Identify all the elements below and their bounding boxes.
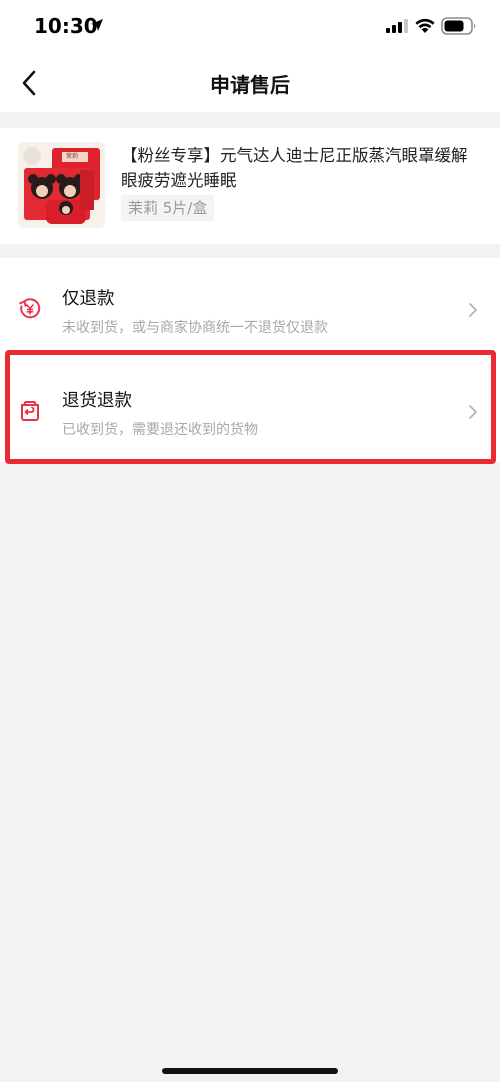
battery-icon	[441, 17, 476, 35]
option-description: 未收到货，或与商家协商统一不退货仅退款	[62, 320, 328, 336]
chevron-right-icon	[469, 303, 477, 317]
refund-yuan-icon	[19, 298, 41, 319]
product-title: 【粉丝专享】元气达人迪士尼正版蒸汽眼罩缓解眼疲劳遮光睡眠	[121, 146, 468, 190]
option-title: 仅退款	[62, 289, 115, 309]
return-box-icon	[21, 401, 39, 421]
navigation-bar: 申请售后	[0, 54, 500, 112]
option-return-and-refund[interactable]: 退货退款 已收到货，需要退还收到的货物	[0, 360, 500, 462]
status-bar: 10:30	[0, 0, 500, 54]
option-description: 已收到货，需要退还收到的货物	[62, 422, 258, 438]
after-sale-options: 仅退款 未收到货，或与商家协商统一不退货仅退款 退货退款 已收到货，需要退还收到…	[0, 258, 500, 462]
status-time: 10:30	[34, 14, 98, 38]
option-title: 退货退款	[62, 391, 132, 411]
product-box-label: 茉莉	[66, 153, 79, 160]
location-arrow-icon	[91, 19, 103, 31]
wifi-icon	[415, 18, 435, 33]
home-indicator	[162, 1068, 338, 1074]
page-title: 申请售后	[210, 73, 290, 97]
product-thumbnail: 茉莉	[18, 142, 105, 228]
cellular-signal-icon	[386, 19, 408, 33]
option-refund-only[interactable]: 仅退款 未收到货，或与商家协商统一不退货仅退款	[0, 258, 500, 360]
product-spec-tag: 茉莉 5片/盒	[121, 195, 215, 221]
chevron-right-icon	[469, 405, 477, 419]
product-image-icon	[18, 142, 105, 228]
product-card: 茉莉 【粉丝专享】元气达人迪士尼正版蒸汽眼罩缓解眼疲劳遮光睡眠 茉莉 5片/盒	[0, 128, 500, 244]
